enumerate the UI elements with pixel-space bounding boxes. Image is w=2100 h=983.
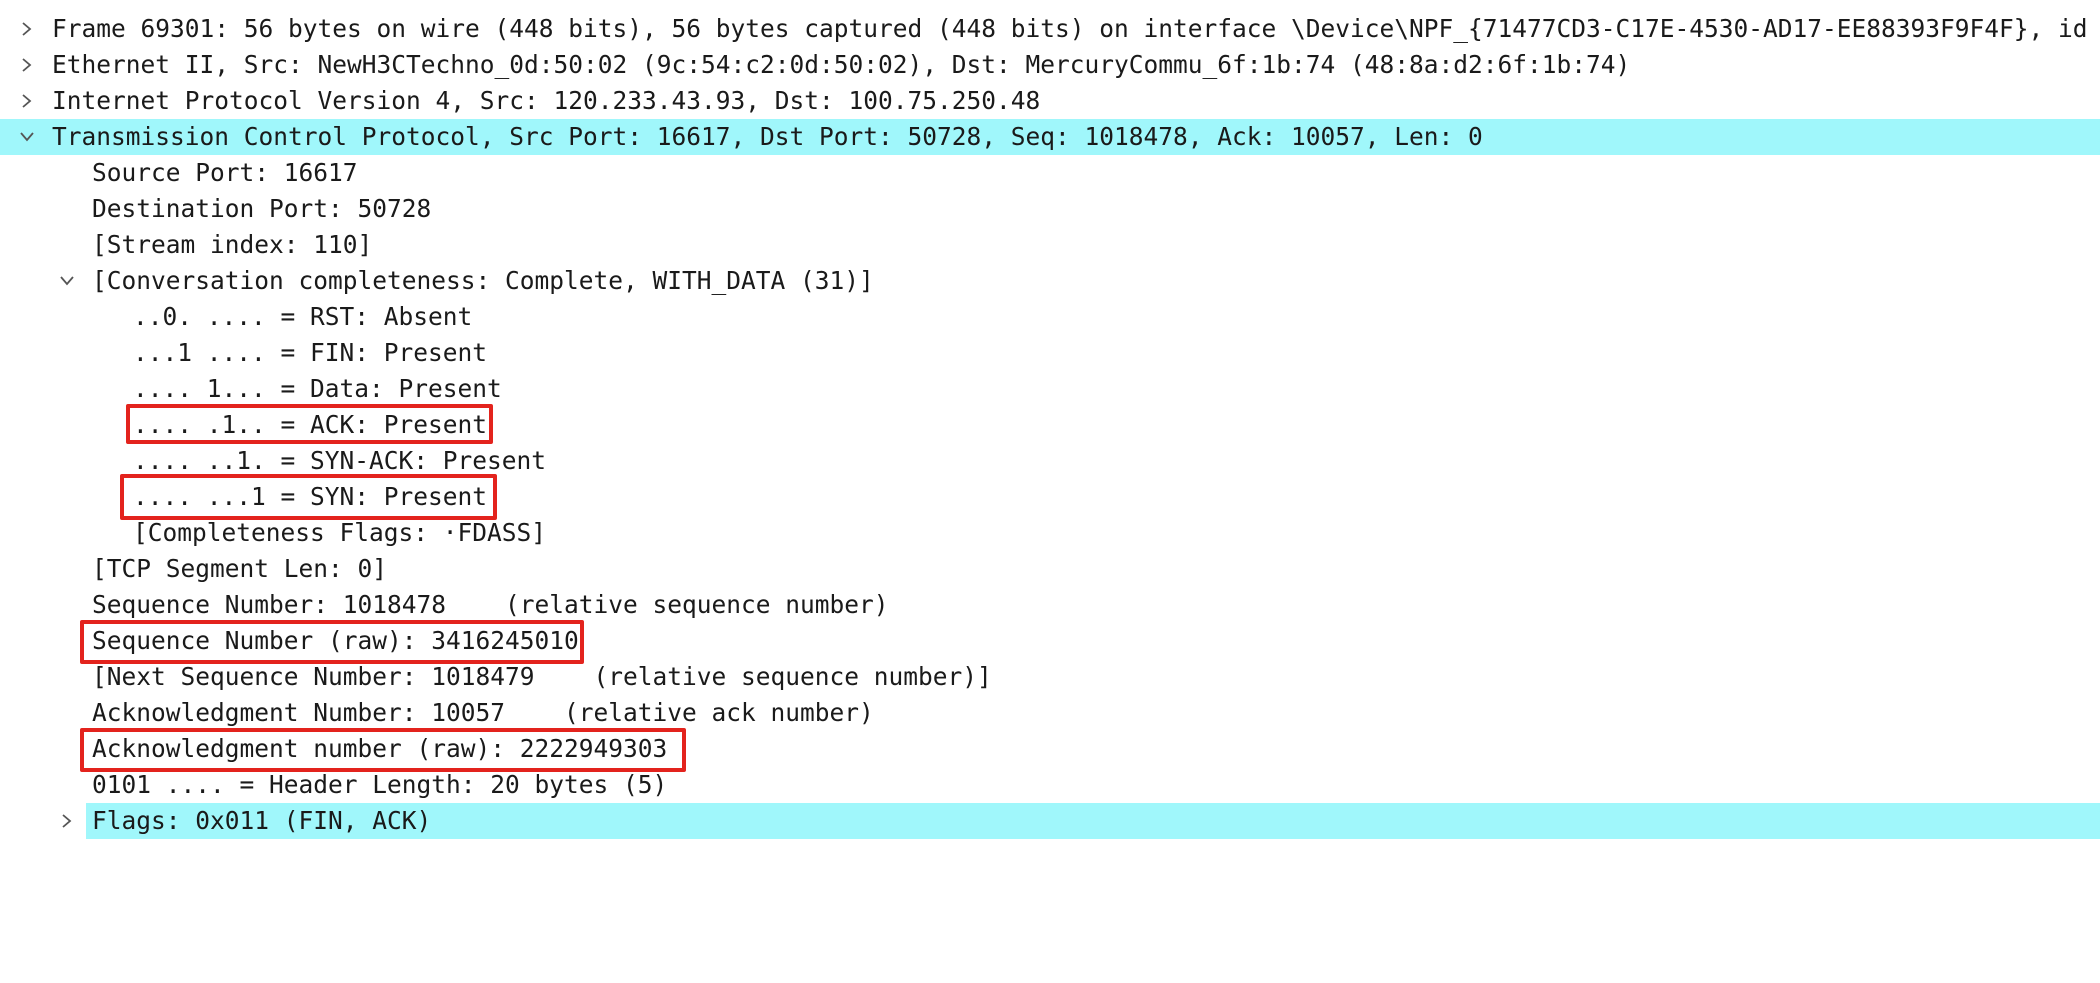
tree-row-label: ...1 .... = FIN: Present <box>133 338 488 367</box>
chevron-right-icon[interactable] <box>12 11 42 47</box>
tree-row-source-port[interactable]: Source Port: 16617 <box>0 155 2100 191</box>
tree-row-label: [Completeness Flags: ·FDASS] <box>133 518 547 547</box>
tree-row-label: Flags: 0x011 (FIN, ACK) <box>92 806 432 835</box>
chevron-down-icon[interactable] <box>52 263 82 299</box>
tree-row-label: .... ...1 = SYN: Present <box>133 482 488 511</box>
tree-row-label: Ethernet II, Src: NewH3CTechno_0d:50:02 … <box>52 50 1631 79</box>
tree-row-flags[interactable]: Flags: 0x011 (FIN, ACK) <box>0 803 2100 839</box>
tree-row-ipv4[interactable]: Internet Protocol Version 4, Src: 120.23… <box>0 83 2100 119</box>
tree-row-label: Acknowledgment Number: 10057 (relative a… <box>92 698 874 727</box>
tree-row-stream-index[interactable]: [Stream index: 110] <box>0 227 2100 263</box>
chevron-down-icon[interactable] <box>12 119 42 155</box>
tree-row-tcp-selected[interactable]: Transmission Control Protocol, Src Port:… <box>0 119 2100 155</box>
tree-row-label: Destination Port: 50728 <box>92 194 432 223</box>
tree-row-label: Acknowledgment number (raw): 2222949303 <box>92 734 668 763</box>
tree-row-data-flag[interactable]: .... 1... = Data: Present <box>0 371 2100 407</box>
tree-row-acknowledgment-number-raw[interactable]: Acknowledgment number (raw): 2222949303 <box>0 731 2100 767</box>
packet-details-tree[interactable]: Frame 69301: 56 bytes on wire (448 bits)… <box>0 11 2100 839</box>
tree-row-next-sequence-number[interactable]: [Next Sequence Number: 1018479 (relative… <box>0 659 2100 695</box>
chevron-right-icon[interactable] <box>52 803 82 839</box>
tree-row-label: Transmission Control Protocol, Src Port:… <box>52 122 1483 151</box>
tree-row-label: [Next Sequence Number: 1018479 (relative… <box>92 662 992 691</box>
tree-row-syn-ack-flag[interactable]: .... ..1. = SYN-ACK: Present <box>0 443 2100 479</box>
tree-row-label: Internet Protocol Version 4, Src: 120.23… <box>52 86 1041 115</box>
tree-row-destination-port[interactable]: Destination Port: 50728 <box>0 191 2100 227</box>
tree-row-rst-flag[interactable]: ..0. .... = RST: Absent <box>0 299 2100 335</box>
chevron-right-icon[interactable] <box>12 83 42 119</box>
tree-row-label: .... 1... = Data: Present <box>133 374 502 403</box>
tree-row-acknowledgment-number[interactable]: Acknowledgment Number: 10057 (relative a… <box>0 695 2100 731</box>
tree-row-tcp-segment-len[interactable]: [TCP Segment Len: 0] <box>0 551 2100 587</box>
chevron-right-icon[interactable] <box>12 47 42 83</box>
tree-row-sequence-number-raw[interactable]: Sequence Number (raw): 3416245010 <box>0 623 2100 659</box>
tree-row-label: Sequence Number (raw): 3416245010 <box>92 626 579 655</box>
tree-row-syn-flag[interactable]: .... ...1 = SYN: Present <box>0 479 2100 515</box>
tree-row-label: .... ..1. = SYN-ACK: Present <box>133 446 547 475</box>
tree-row-label: ..0. .... = RST: Absent <box>133 302 473 331</box>
tree-row-label: [TCP Segment Len: 0] <box>92 554 388 583</box>
tree-row-label: Source Port: 16617 <box>92 158 358 187</box>
tree-row-frame[interactable]: Frame 69301: 56 bytes on wire (448 bits)… <box>0 11 2100 47</box>
tree-row-label: Sequence Number: 1018478 (relative seque… <box>92 590 889 619</box>
tree-row-label: 0101 .... = Header Length: 20 bytes (5) <box>92 770 668 799</box>
tree-row-conversation-completeness[interactable]: [Conversation completeness: Complete, WI… <box>0 263 2100 299</box>
tree-row-ack-flag[interactable]: .... .1.. = ACK: Present <box>0 407 2100 443</box>
tree-row-label: .... .1.. = ACK: Present <box>133 410 488 439</box>
tree-row-header-length[interactable]: 0101 .... = Header Length: 20 bytes (5) <box>0 767 2100 803</box>
tree-row-sequence-number[interactable]: Sequence Number: 1018478 (relative seque… <box>0 587 2100 623</box>
tree-row-label: [Conversation completeness: Complete, WI… <box>92 266 874 295</box>
tree-row-ethernet[interactable]: Ethernet II, Src: NewH3CTechno_0d:50:02 … <box>0 47 2100 83</box>
tree-row-label: [Stream index: 110] <box>92 230 373 259</box>
tree-row-label: Frame 69301: 56 bytes on wire (448 bits)… <box>52 14 2100 43</box>
tree-row-fin-flag[interactable]: ...1 .... = FIN: Present <box>0 335 2100 371</box>
tree-row-completeness-flags[interactable]: [Completeness Flags: ·FDASS] <box>0 515 2100 551</box>
